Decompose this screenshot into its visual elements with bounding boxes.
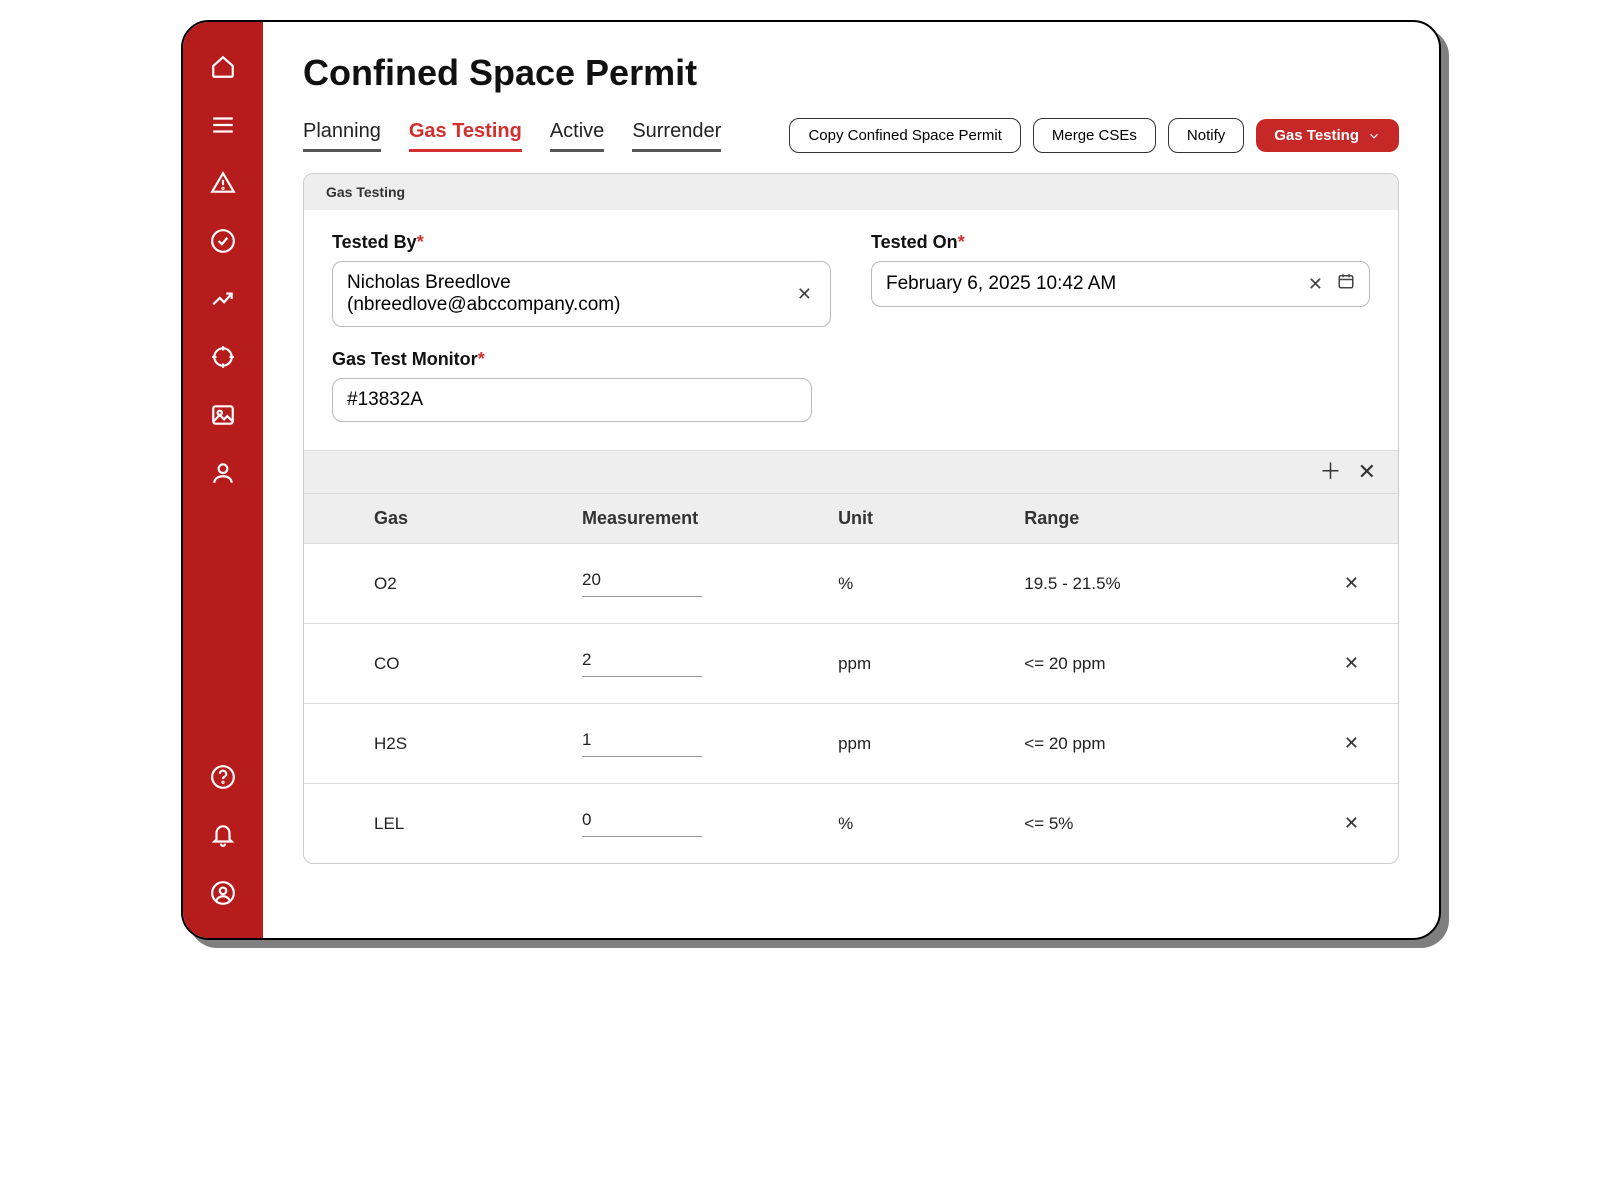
cell-unit: % (816, 544, 1002, 624)
tab-gas-testing[interactable]: Gas Testing (409, 120, 522, 152)
gas-table: Gas Measurement Unit Range O220%19.5 - 2… (304, 493, 1398, 863)
tested-by-value: Nicholas Breedlove (nbreedlove@abccompan… (347, 272, 783, 316)
main-content: Confined Space Permit Planning Gas Testi… (263, 22, 1439, 938)
user-icon[interactable] (208, 458, 238, 488)
table-row: LEL0%<= 5% ✕ (304, 784, 1398, 864)
cell-gas: CO (304, 624, 560, 704)
delete-row-icon[interactable]: ✕ (1344, 733, 1359, 753)
tab-active[interactable]: Active (550, 120, 604, 152)
panel-body: Tested By* Nicholas Breedlove (nbreedlov… (304, 210, 1398, 450)
tested-on-input[interactable]: February 6, 2025 10:42 AM ✕ (871, 261, 1370, 307)
tab-planning[interactable]: Planning (303, 120, 381, 152)
th-unit: Unit (816, 494, 1002, 544)
cell-range: <= 20 ppm (1002, 624, 1305, 704)
delete-row-icon[interactable]: ✕ (1344, 653, 1359, 673)
table-row: CO2ppm<= 20 ppm ✕ (304, 624, 1398, 704)
notify-button[interactable]: Notify (1168, 118, 1244, 153)
gas-testing-panel: Gas Testing Tested By* Nicholas Breedlov… (303, 173, 1399, 864)
cell-range: 19.5 - 21.5% (1002, 544, 1305, 624)
table-toolbar: ＋ ✕ (304, 450, 1398, 493)
clear-tested-by-icon[interactable]: ✕ (793, 284, 816, 305)
add-row-icon[interactable]: ＋ (1320, 461, 1342, 483)
trend-icon[interactable] (208, 284, 238, 314)
page-title: Confined Space Permit (303, 52, 1399, 94)
table-row: H2S1ppm<= 20 ppm ✕ (304, 704, 1398, 784)
cell-gas: LEL (304, 784, 560, 864)
th-range: Range (1002, 494, 1305, 544)
help-icon[interactable] (208, 762, 238, 792)
field-tested-by: Tested By* Nicholas Breedlove (nbreedlov… (332, 232, 831, 327)
cell-measurement[interactable]: 0 (560, 784, 816, 864)
cell-measurement[interactable]: 1 (560, 704, 816, 784)
account-icon[interactable] (208, 878, 238, 908)
th-measurement: Measurement (560, 494, 816, 544)
th-actions (1305, 494, 1398, 544)
app-frame: Confined Space Permit Planning Gas Testi… (181, 20, 1441, 940)
gas-testing-dropdown-label: Gas Testing (1274, 127, 1359, 144)
sidebar (183, 22, 263, 938)
action-buttons: Copy Confined Space Permit Merge CSEs No… (789, 118, 1399, 153)
chevron-down-icon (1367, 129, 1381, 143)
cell-unit: ppm (816, 704, 1002, 784)
cell-range: <= 5% (1002, 784, 1305, 864)
remove-row-icon[interactable]: ✕ (1358, 461, 1376, 483)
tested-by-label: Tested By* (332, 232, 831, 253)
clear-tested-on-icon[interactable]: ✕ (1304, 274, 1327, 295)
merge-cses-button[interactable]: Merge CSEs (1033, 118, 1156, 153)
th-gas: Gas (304, 494, 560, 544)
cell-gas: O2 (304, 544, 560, 624)
tab-surrender[interactable]: Surrender (632, 120, 721, 152)
cell-gas: H2S (304, 704, 560, 784)
target-icon[interactable] (208, 342, 238, 372)
copy-permit-button[interactable]: Copy Confined Space Permit (789, 118, 1020, 153)
gas-testing-dropdown-button[interactable]: Gas Testing (1256, 119, 1399, 152)
cell-range: <= 20 ppm (1002, 704, 1305, 784)
table-row: O220%19.5 - 21.5% ✕ (304, 544, 1398, 624)
panel-header: Gas Testing (304, 174, 1398, 210)
gas-monitor-input[interactable]: #13832A (332, 378, 812, 422)
gas-monitor-value: #13832A (347, 389, 797, 411)
tested-on-label: Tested On* (871, 232, 1370, 253)
tested-by-input[interactable]: Nicholas Breedlove (nbreedlove@abccompan… (332, 261, 831, 327)
image-icon[interactable] (208, 400, 238, 430)
menu-icon[interactable] (208, 110, 238, 140)
cell-measurement[interactable]: 20 (560, 544, 816, 624)
home-icon[interactable] (208, 52, 238, 82)
calendar-icon[interactable] (1337, 272, 1355, 296)
delete-row-icon[interactable]: ✕ (1344, 813, 1359, 833)
cell-unit: % (816, 784, 1002, 864)
bell-icon[interactable] (208, 820, 238, 850)
alert-icon[interactable] (208, 168, 238, 198)
tabs: Planning Gas Testing Active Surrender (303, 120, 777, 152)
cell-unit: ppm (816, 624, 1002, 704)
gas-monitor-label: Gas Test Monitor* (332, 349, 812, 370)
header-row: Planning Gas Testing Active Surrender Co… (303, 118, 1399, 153)
tested-on-value: February 6, 2025 10:42 AM (886, 273, 1294, 295)
delete-row-icon[interactable]: ✕ (1344, 573, 1359, 593)
field-gas-monitor: Gas Test Monitor* #13832A (332, 349, 812, 422)
cell-measurement[interactable]: 2 (560, 624, 816, 704)
field-tested-on: Tested On* February 6, 2025 10:42 AM ✕ (871, 232, 1370, 327)
check-circle-icon[interactable] (208, 226, 238, 256)
